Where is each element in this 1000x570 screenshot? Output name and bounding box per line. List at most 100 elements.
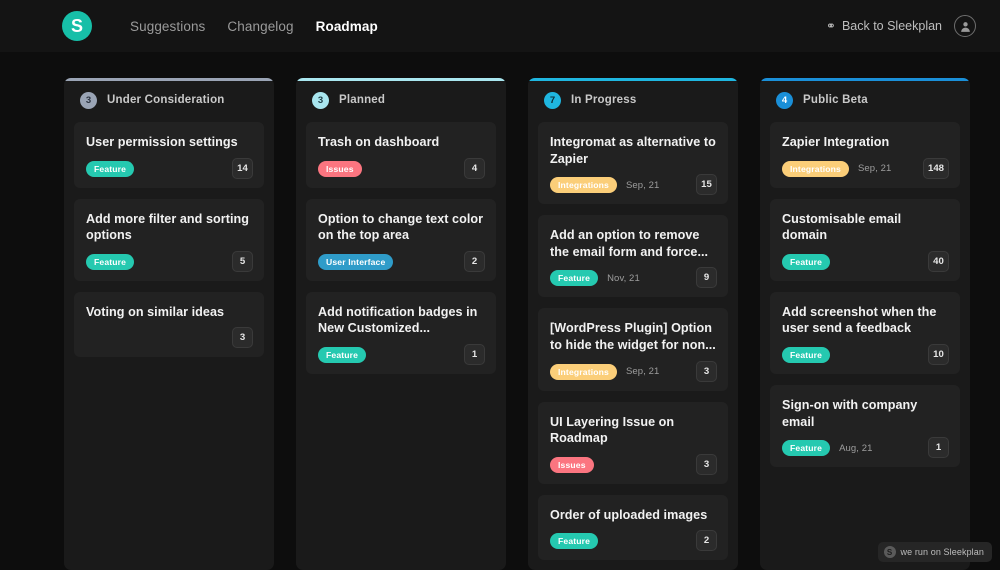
card-tag[interactable]: User Interface <box>318 253 394 270</box>
card-footer: Feature <box>318 346 484 364</box>
card-title: Integromat as alternative to Zapier <box>550 135 716 166</box>
roadmap-card[interactable]: Zapier Integration Integrations Sep, 21 148 <box>770 122 960 188</box>
back-to-sleekplan-label: Back to Sleekplan <box>841 19 942 33</box>
card-date: Aug, 21 <box>839 442 873 454</box>
card-tag[interactable]: Feature <box>318 347 367 364</box>
card-vote-count[interactable]: 5 <box>232 250 253 272</box>
card-vote-count[interactable]: 9 <box>696 267 717 289</box>
card-date: Sep, 21 <box>857 163 892 175</box>
card-tag[interactable]: Integrations <box>782 160 849 177</box>
card-footer: Feature Aug, 21 <box>782 439 948 457</box>
card-vote-count[interactable]: 1 <box>928 437 949 459</box>
user-avatar-icon[interactable] <box>954 15 976 37</box>
roadmap-card[interactable]: Option to change text color on the top a… <box>306 198 496 281</box>
card-tag[interactable]: Feature <box>86 253 135 270</box>
column-header: 4 Public Beta <box>770 78 960 122</box>
card-date: Sep, 21 <box>625 366 660 378</box>
column-count-badge: 3 <box>312 91 329 109</box>
card-title: Option to change text color on the top a… <box>318 211 484 243</box>
roadmap-column-planned: 3 Planned Trash on dashboard Issues 4 Option … <box>296 78 506 570</box>
main-nav: Suggestions Changelog Roadmap <box>130 19 378 34</box>
column-title: Planned <box>339 94 386 106</box>
card-footer: Integrations Sep, 21 <box>550 363 716 381</box>
card-title: Add an option to remove the email form a… <box>550 228 709 259</box>
card-footer: User Interface <box>318 253 484 271</box>
roadmap-card[interactable]: Add an option to remove the email form a… <box>538 215 728 298</box>
card-tag[interactable]: Issues <box>550 456 594 473</box>
card-tag[interactable]: Feature <box>782 253 831 270</box>
back-to-sleekplan-link[interactable]: ⚭ Back to Sleekplan <box>826 19 942 33</box>
card-vote-count[interactable]: 4 <box>464 157 485 179</box>
column-title: In Progress <box>571 94 637 106</box>
card-title: Zapier Integration <box>782 135 890 149</box>
roadmap-card[interactable]: Add screenshot when the user send a feed… <box>770 291 960 375</box>
card-vote-count[interactable]: 2 <box>464 250 485 272</box>
roadmap-card[interactable]: [WordPress Plugin] Option to hide the wi… <box>538 308 728 391</box>
nav-item-roadmap[interactable]: Roadmap <box>316 19 378 34</box>
card-vote-count[interactable]: 1 <box>464 344 485 366</box>
roadmap-board: 3 Under Consideration User permission sett… <box>0 52 1000 570</box>
card-title: Trash on dashboard <box>318 135 440 149</box>
column-count-badge: 4 <box>776 91 793 109</box>
card-title: [WordPress Plugin] Option to hide the wi… <box>550 321 716 353</box>
roadmap-card[interactable]: Add more filter and sorting options Featu… <box>74 198 264 281</box>
we-run-on-sleekplan-badge[interactable]: S we run on Sleekplan <box>877 542 992 562</box>
card-vote-count[interactable]: 2 <box>696 530 717 552</box>
link-icon: ⚭ <box>825 19 836 33</box>
roadmap-card[interactable]: Add notification badges in New Customize… <box>306 291 496 375</box>
top-navigation-bar: S Suggestions Changelog Roadmap ⚭ Back to … <box>0 0 1000 52</box>
logo-letter: S <box>70 16 83 36</box>
card-tag[interactable]: Feature <box>550 533 599 550</box>
roadmap-column-under-consideration: 3 Under Consideration User permission sett… <box>64 78 274 570</box>
card-title: Sign-on with company email <box>782 398 918 429</box>
roadmap-card[interactable]: Trash on dashboard Issues 4 <box>306 122 496 188</box>
card-tag[interactable]: Integrations <box>550 363 617 380</box>
card-tag[interactable]: Integrations <box>550 177 617 194</box>
card-vote-count[interactable]: 3 <box>696 453 717 475</box>
card-footer: Feature <box>782 346 948 364</box>
column-header: 7 In Progress <box>538 78 728 122</box>
column-header: 3 Under Consideration <box>74 78 264 122</box>
roadmap-card[interactable]: UI Layering Issue on Roadmap Issues 3 <box>538 401 728 484</box>
roadmap-card[interactable]: Voting on similar ideas 3 <box>74 291 264 358</box>
card-title: UI Layering Issue on Roadmap <box>550 414 675 446</box>
card-title: Voting on similar ideas <box>86 304 225 319</box>
card-vote-count[interactable]: 40 <box>928 250 949 272</box>
card-vote-count[interactable]: 15 <box>696 174 717 196</box>
card-tag[interactable]: Feature <box>782 347 831 364</box>
card-footer: Feature <box>86 160 252 178</box>
card-vote-count[interactable]: 14 <box>232 157 253 179</box>
card-title: Customisable email domain <box>782 211 902 243</box>
card-footer <box>86 329 252 347</box>
roadmap-column-in-progress: 7 In Progress Integromat as alternative to… <box>528 78 738 570</box>
card-footer: Issues <box>550 456 716 474</box>
nav-item-changelog[interactable]: Changelog <box>227 19 293 34</box>
card-vote-count[interactable]: 3 <box>696 360 717 382</box>
nav-item-suggestions[interactable]: Suggestions <box>130 19 205 34</box>
card-vote-count[interactable]: 3 <box>232 327 253 349</box>
card-footer: Feature Nov, 21 <box>550 269 716 287</box>
card-tag[interactable]: Feature <box>550 270 599 287</box>
column-count-badge: 3 <box>80 91 97 109</box>
column-title: Public Beta <box>803 94 868 106</box>
card-footer: Feature <box>782 253 948 271</box>
top-nav-right-group: ⚭ Back to Sleekplan <box>826 15 976 37</box>
roadmap-card[interactable]: Order of uploaded images Feature 2 <box>538 494 728 561</box>
card-vote-count[interactable]: 10 <box>928 344 949 366</box>
card-title: Add more filter and sorting options <box>86 211 249 243</box>
card-tag[interactable]: Issues <box>318 160 362 177</box>
card-title: Add screenshot when the user send a feed… <box>782 304 937 336</box>
card-tag[interactable]: Feature <box>782 440 831 457</box>
roadmap-column-public-beta: 4 Public Beta Zapier Integration Integratio… <box>760 78 970 570</box>
roadmap-card[interactable]: Customisable email domain Feature 40 <box>770 198 960 281</box>
card-tag[interactable]: Feature <box>86 160 135 177</box>
roadmap-card[interactable]: Integromat as alternative to Zapier Integ… <box>538 122 728 205</box>
sleekplan-logo[interactable]: S <box>62 11 92 41</box>
roadmap-card[interactable]: Sign-on with company email Feature Aug, 21… <box>770 385 960 468</box>
card-footer: Issues <box>318 160 484 178</box>
card-title: Add notification badges in New Customize… <box>318 304 478 336</box>
we-run-on-sleekplan-label: we run on Sleekplan <box>900 547 984 557</box>
column-count-badge: 7 <box>544 91 561 109</box>
roadmap-card[interactable]: User permission settings Feature 14 <box>74 122 264 188</box>
card-vote-count[interactable]: 148 <box>922 157 949 179</box>
